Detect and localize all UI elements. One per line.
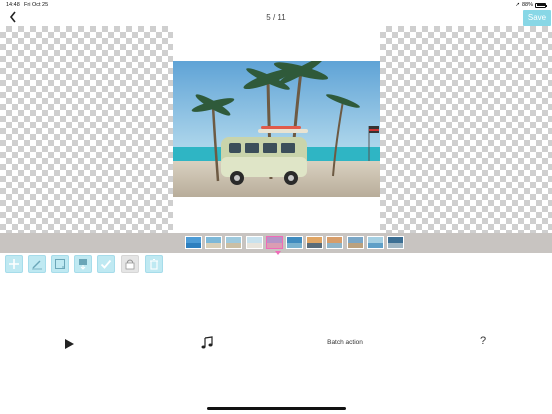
play-icon <box>65 339 74 349</box>
home-indicator <box>207 407 346 410</box>
text-icon <box>55 259 65 269</box>
pencil-icon <box>32 260 42 270</box>
batch-action-button[interactable]: Batch action <box>320 339 370 346</box>
chevron-left-icon <box>9 11 16 23</box>
filmstrip-thumb[interactable] <box>366 236 384 249</box>
download-icon <box>79 259 87 270</box>
filmstrip-thumb[interactable] <box>286 236 303 249</box>
filmstrip-thumb[interactable] <box>265 236 283 249</box>
filmstrip-thumb[interactable] <box>245 236 263 249</box>
text-button[interactable] <box>51 255 69 273</box>
filmstrip-thumb[interactable] <box>185 236 202 249</box>
plus-icon <box>9 259 19 269</box>
filmstrip-thumb[interactable] <box>326 236 344 249</box>
photo-image <box>173 61 380 197</box>
filmstrip-thumb[interactable] <box>387 236 404 249</box>
play-button[interactable] <box>63 337 75 349</box>
active-thumb-indicator <box>275 251 281 255</box>
battery-percent: 88% <box>521 2 533 8</box>
checkmark-icon <box>100 259 112 269</box>
transparent-background-left <box>0 26 173 233</box>
music-button[interactable] <box>200 336 214 350</box>
save-button[interactable]: Save <box>523 10 551 26</box>
filmstrip-thumb[interactable] <box>225 236 243 249</box>
status-right: ➚ 88% <box>515 2 547 8</box>
trash-icon <box>150 258 158 270</box>
save-image-button[interactable] <box>74 255 92 273</box>
help-button[interactable]: ? <box>477 335 489 347</box>
page-counter: 5 / 11 <box>266 13 286 22</box>
check-button[interactable] <box>97 255 115 273</box>
filmstrip-thumb[interactable] <box>205 236 223 249</box>
back-button[interactable] <box>9 11 21 25</box>
filmstrip-thumb[interactable] <box>306 236 324 249</box>
status-date: Fri Oct 25 <box>24 2 49 8</box>
photo-van-beach[interactable] <box>173 61 380 197</box>
status-bar: 14:48 Fri Oct 25 ➚ 88% <box>0 0 552 11</box>
add-image-button[interactable] <box>5 255 23 273</box>
status-time: 14:48 <box>6 2 20 8</box>
lock-button[interactable] <box>121 255 139 273</box>
location-icon: ➚ <box>515 2 520 8</box>
battery-icon <box>535 2 547 8</box>
edit-button[interactable] <box>28 255 46 273</box>
music-note-icon <box>201 336 213 349</box>
delete-button[interactable] <box>145 255 163 273</box>
filmstrip-thumb[interactable] <box>346 236 364 249</box>
editor-screen: 14:48 Fri Oct 25 ➚ 88% 5 / 11 Save Batch… <box>0 0 552 414</box>
lock-icon <box>125 259 135 270</box>
transparent-background-right <box>380 26 552 233</box>
